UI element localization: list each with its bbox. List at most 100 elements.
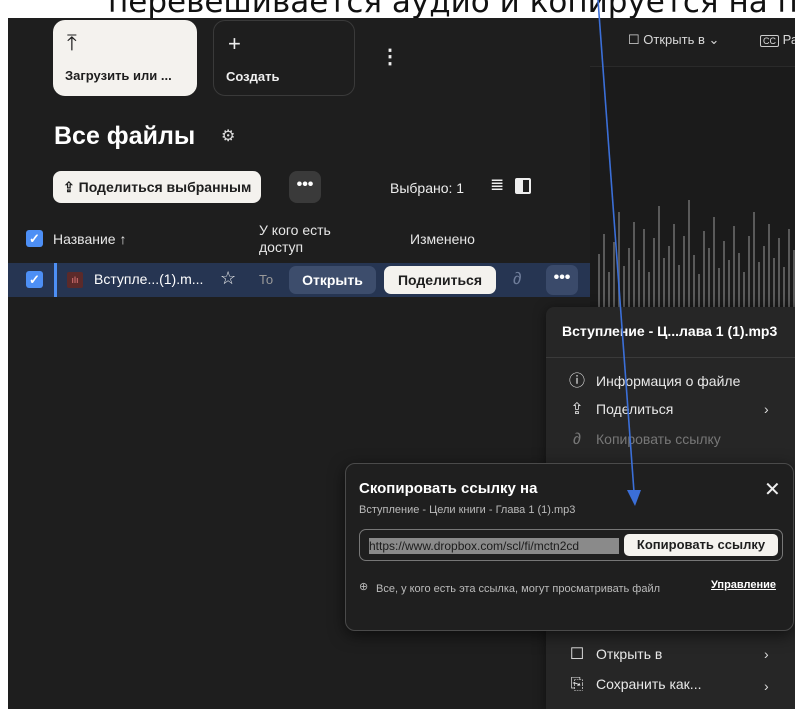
row-more-button[interactable]: •••: [546, 265, 578, 295]
waveform-bar: [613, 242, 615, 308]
copy-link-dialog: Скопировать ссылку на Вступление - Цели …: [345, 463, 794, 631]
waveform-bar: [623, 266, 625, 308]
upload-label: Загрузить или ...: [65, 68, 172, 83]
share-selected-button[interactable]: ⇪ Поделиться выбранным: [53, 171, 262, 203]
cc-icon: CC: [760, 35, 779, 47]
create-button[interactable]: + Создать: [213, 20, 355, 96]
waveform-bar: [673, 224, 675, 308]
waveform-bar: [703, 231, 705, 308]
open-in-button[interactable]: ☐ Открыть в ⌄: [628, 32, 719, 48]
menu-item-open-in[interactable]: ☐ Открыть в: [566, 644, 662, 668]
preview-toolbar: ☐ Открыть в ⌄ CC Ра: [590, 18, 795, 67]
column-header-access[interactable]: У кого есть доступ: [259, 222, 331, 256]
save-as-icon: ⎘: [570, 676, 584, 693]
upload-button[interactable]: ⤒ Загрузить или ...: [53, 20, 197, 96]
waveform-bar: [618, 212, 620, 308]
menu-divider: [546, 357, 795, 358]
chevron-right-icon: ›: [764, 401, 769, 417]
table-row[interactable]: ✓ ılı Вступле...(1).m... ☆ То Открыть По…: [8, 263, 590, 297]
dialog-file-name: Вступление - Цели книги - Глава 1 (1).mp…: [359, 504, 576, 516]
list-view-icon[interactable]: ≣: [490, 175, 504, 195]
waveform-bar: [683, 236, 685, 308]
share-icon: ⇪: [570, 401, 584, 418]
waveform-bar: [668, 246, 670, 308]
access-cell: То: [259, 272, 274, 287]
menu-item-label: Открыть в: [596, 646, 663, 662]
link-field[interactable]: https://www.dropbox.com/scl/fi/mctn2cd К…: [359, 529, 783, 561]
waveform-bar: [773, 258, 775, 308]
globe-icon: ⊕: [359, 581, 369, 593]
link-icon[interactable]: ∂: [513, 269, 521, 289]
audio-waveform: [598, 178, 795, 308]
selected-count: Выбрано: 1: [390, 180, 465, 196]
waveform-bar: [688, 200, 690, 308]
waveform-bar: [788, 229, 790, 308]
waveform-bar: [778, 238, 780, 308]
menu-item-copy-link: ∂ Копировать ссылку: [566, 431, 721, 455]
waveform-bar: [653, 238, 655, 308]
more-options-icon[interactable]: ⋮: [380, 44, 400, 69]
waveform-bar: [698, 274, 700, 308]
waveform-bar: [783, 267, 785, 308]
row-checkbox[interactable]: ✓: [26, 271, 43, 288]
select-all-checkbox[interactable]: ✓: [26, 230, 43, 247]
link-access-note: Все, у кого есть эта ссылка, могут просм…: [376, 583, 661, 595]
waveform-bar: [708, 248, 710, 308]
audio-file-icon: ılı: [67, 272, 83, 288]
column-header-modified[interactable]: Изменено: [410, 231, 475, 247]
gear-icon[interactable]: ⚙: [221, 126, 235, 146]
waveform-bar: [638, 260, 640, 308]
waveform-bar: [608, 272, 610, 308]
caption-strip: перевешивается аудио и копируется на по: [0, 0, 795, 18]
waveform-bar: [743, 272, 745, 308]
chevron-right-icon: ›: [764, 678, 769, 694]
open-in-label: Открыть в: [643, 32, 705, 47]
menu-item-label: Копировать ссылку: [596, 431, 721, 447]
menu-item-file-info[interactable]: ⓘ Информация о файле: [566, 367, 740, 391]
share-selected-label: Поделиться выбранным: [78, 179, 252, 195]
chevron-down-icon: ⌄: [708, 32, 720, 47]
waveform-bar: [598, 254, 600, 308]
share-button[interactable]: Поделиться: [384, 266, 496, 294]
waveform-bar: [693, 255, 695, 308]
open-button[interactable]: Открыть: [289, 266, 376, 294]
waveform-bar: [663, 258, 665, 308]
external-link-icon: ☐: [569, 646, 585, 663]
waveform-bar: [643, 229, 645, 308]
captions-button[interactable]: CC Ра: [760, 32, 795, 47]
panel-toggle-icon[interactable]: [515, 178, 531, 194]
row-selection-bar: [54, 263, 57, 297]
link-icon: ∂: [573, 431, 581, 448]
waveform-bar: [738, 253, 740, 308]
create-label: Создать: [226, 69, 280, 84]
info-icon: ⓘ: [568, 373, 585, 390]
menu-item-label: Сохранить как...: [596, 676, 702, 692]
waveform-bar: [658, 206, 660, 308]
waveform-bar: [748, 236, 750, 308]
link-url[interactable]: https://www.dropbox.com/scl/fi/mctn2cd: [369, 538, 619, 554]
dropbox-window: ☐ Открыть в ⌄ CC Ра ⤒ Загрузить или ... …: [8, 18, 795, 709]
waveform-bar: [713, 217, 715, 308]
star-icon[interactable]: ☆: [220, 268, 236, 289]
waveform-bar: [763, 246, 765, 308]
menu-item-save-as[interactable]: ⎘ Сохранить как...: [566, 676, 702, 700]
dialog-title: Скопировать ссылку на: [359, 480, 538, 497]
close-icon[interactable]: ✕: [764, 477, 781, 502]
waveform-bar: [628, 248, 630, 308]
copy-link-button[interactable]: Копировать ссылку: [624, 534, 778, 556]
waveform-bar: [718, 268, 720, 308]
waveform-bar: [633, 222, 635, 308]
chevron-right-icon: ›: [764, 646, 769, 662]
file-name[interactable]: Вступле...(1).m...: [94, 271, 203, 287]
waveform-bar: [603, 234, 605, 308]
more-actions-button[interactable]: •••: [289, 171, 321, 203]
waveform-bar: [768, 224, 770, 308]
menu-file-title: Вступление - Ц...лава 1 (1).mp3: [562, 323, 778, 339]
column-header-name[interactable]: Название ↑: [53, 231, 126, 247]
menu-item-share[interactable]: ⇪ Поделиться: [566, 399, 673, 423]
waveform-bar: [678, 265, 680, 308]
waveform-bar: [723, 241, 725, 308]
menu-item-label: Информация о файле: [596, 373, 741, 389]
waveform-bar: [728, 260, 730, 308]
manage-link[interactable]: Управление: [711, 579, 776, 591]
